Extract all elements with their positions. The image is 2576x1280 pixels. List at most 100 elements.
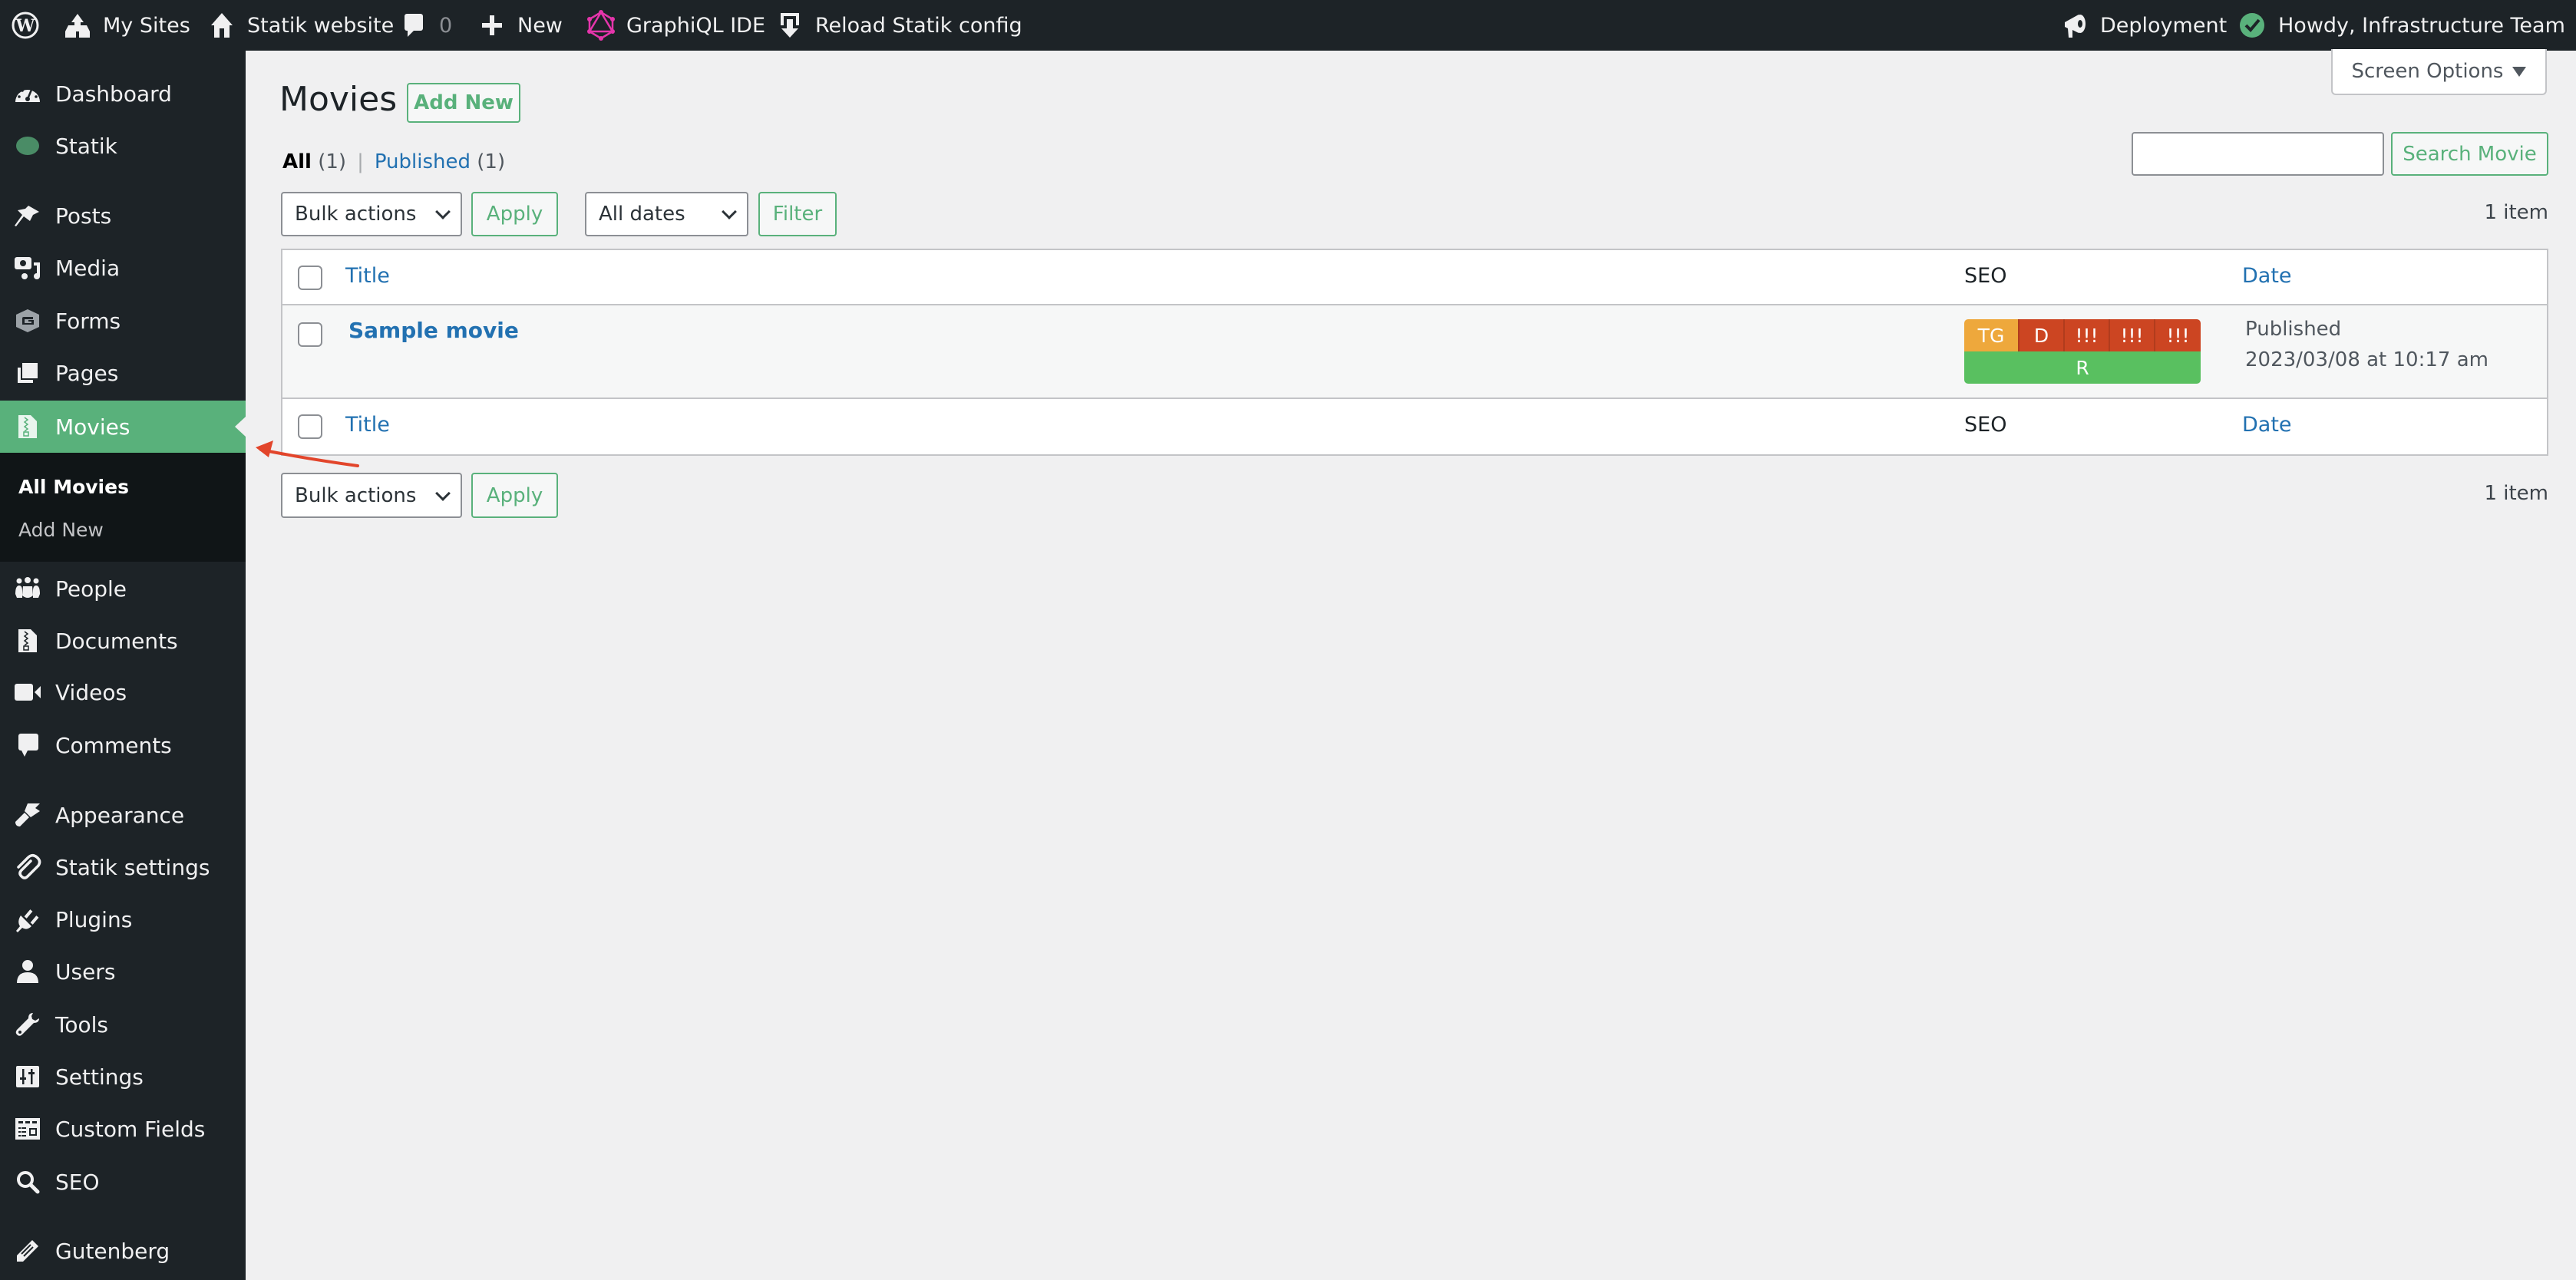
seo-cell-warning: !!! xyxy=(2155,319,2201,351)
sidebar-item-pages[interactable]: Pages xyxy=(0,347,246,399)
sidebar-item-comments[interactable]: Comments xyxy=(0,719,246,771)
sidebar-item-movies[interactable]: Movies xyxy=(0,401,246,453)
table-row: Sample movie TG D !!! !!! !!! R Publishe… xyxy=(282,305,2547,399)
apply-button-bottom[interactable]: Apply xyxy=(471,473,558,518)
select-all-checkbox-footer[interactable] xyxy=(298,414,322,439)
howdy-label: Howdy, Infrastructure Team xyxy=(2278,13,2565,38)
sidebar-item-users[interactable]: Users xyxy=(0,945,246,998)
admin-bar: W My Sites Statik website 0 New GraphiQL… xyxy=(0,0,2576,51)
sidebar-item-media[interactable]: Media xyxy=(0,242,246,294)
sidebar-item-people[interactable]: People xyxy=(0,562,246,615)
search-input[interactable] xyxy=(2132,132,2384,176)
video-camera-icon xyxy=(14,678,41,706)
column-date-sort[interactable]: Date xyxy=(2242,264,2292,288)
sidebar-item-label: Appearance xyxy=(55,802,185,828)
graphiql-ide-link[interactable]: GraphiQL IDE xyxy=(586,0,765,51)
my-sites-menu[interactable]: My Sites xyxy=(63,0,190,51)
screen-options-label: Screen Options xyxy=(2351,60,2504,83)
chevron-down-icon xyxy=(435,204,451,219)
seo-cell-warning: !!! xyxy=(2110,319,2155,351)
new-content-menu[interactable]: New xyxy=(477,0,563,51)
seo-score-badge[interactable]: TG D !!! !!! !!! R xyxy=(1964,319,2201,384)
sidebar-item-label: Videos xyxy=(55,679,127,705)
site-name-menu[interactable]: Statik website xyxy=(207,0,394,51)
sidebar-item-forms[interactable]: Forms xyxy=(0,295,246,347)
column-date-sort[interactable]: Date xyxy=(2242,413,2292,437)
deployment-menu[interactable]: Deployment xyxy=(2060,0,2267,51)
sidebar-item-label: Documents xyxy=(55,628,178,654)
sidebar-item-label: Posts xyxy=(55,203,112,229)
sidebar-item-documents[interactable]: Documents xyxy=(0,615,246,667)
view-published[interactable]: Published (1) xyxy=(375,150,505,173)
row-status: Published xyxy=(2245,318,2342,341)
wordpress-logo-icon: W xyxy=(11,11,40,40)
sidebar-item-label: Media xyxy=(55,255,121,281)
chevron-down-icon xyxy=(435,485,451,501)
sidebar-item-statik[interactable]: Statik xyxy=(0,120,246,172)
plug-icon xyxy=(14,906,41,933)
sidebar-item-label: Statik xyxy=(55,133,117,159)
dates-filter-select[interactable]: All dates xyxy=(585,192,748,236)
bulk-actions-value: Bulk actions xyxy=(295,483,417,507)
pushpin-icon xyxy=(14,202,41,229)
sidebar-item-videos[interactable]: Videos xyxy=(0,666,246,718)
row-title-link[interactable]: Sample movie xyxy=(348,318,519,343)
sidebar-item-label: Comments xyxy=(55,732,172,758)
caret-down-icon xyxy=(2512,66,2527,77)
sidebar-item-custom-fields[interactable]: Custom Fields xyxy=(0,1103,246,1155)
items-count-bottom: 1 item xyxy=(2484,482,2548,505)
submenu-item-all-movies[interactable]: All Movies xyxy=(18,476,129,498)
sidebar-item-statik-settings[interactable]: Statik settings xyxy=(0,841,246,893)
archive-file-icon xyxy=(14,413,41,440)
plus-icon xyxy=(477,11,507,40)
sidebar-item-label: Plugins xyxy=(55,906,133,932)
statik-dot-icon xyxy=(14,132,41,160)
paintbrush-icon xyxy=(14,801,41,829)
graphql-icon xyxy=(586,10,616,41)
search-icon xyxy=(14,1168,41,1196)
sidebar-item-dashboard[interactable]: Dashboard xyxy=(0,68,246,120)
sidebar-item-appearance[interactable]: Appearance xyxy=(0,789,246,841)
search-movie-button[interactable]: Search Movie xyxy=(2391,132,2548,176)
column-title-sort[interactable]: Title xyxy=(345,413,390,437)
pencil-icon xyxy=(14,1237,41,1265)
seo-cell-tg: TG xyxy=(1964,319,2020,351)
seo-cell-r: R xyxy=(1964,351,2201,384)
select-all-checkbox[interactable] xyxy=(298,266,322,290)
seo-badge-top: TG D !!! !!! !!! xyxy=(1964,319,2201,351)
sidebar-item-plugins[interactable]: Plugins xyxy=(0,893,246,945)
apply-button[interactable]: Apply xyxy=(471,192,558,236)
sidebar-item-posts[interactable]: Posts xyxy=(0,190,246,242)
bulk-actions-select[interactable]: Bulk actions xyxy=(281,192,462,236)
comments-menu[interactable]: 0 xyxy=(399,0,452,51)
movies-table: Title SEO Date Sample movie TG D !!! !!!… xyxy=(281,249,2548,456)
screen-options-toggle[interactable]: Screen Options xyxy=(2331,49,2547,95)
seo-cell-warning: !!! xyxy=(2065,319,2110,351)
column-seo: SEO xyxy=(1964,264,2007,288)
items-count: 1 item xyxy=(2484,201,2548,224)
account-menu[interactable]: Howdy, Infrastructure Team xyxy=(2278,0,2576,51)
column-title-sort[interactable]: Title xyxy=(345,264,390,288)
reload-label: Reload Statik config xyxy=(815,13,1022,38)
custom-fields-icon xyxy=(14,1115,41,1143)
row-date: 2023/03/08 at 10:17 am xyxy=(2245,348,2488,371)
post-status-filters: All (1) | Published (1) xyxy=(282,150,505,173)
submenu-item-add-new[interactable]: Add New xyxy=(18,519,104,541)
bulk-actions-select-bottom[interactable]: Bulk actions xyxy=(281,473,462,518)
sidebar-item-seo[interactable]: SEO xyxy=(0,1156,246,1208)
add-new-button[interactable]: Add New xyxy=(407,83,520,123)
admin-sidebar: Dashboard Statik Posts Media Forms Pages… xyxy=(0,51,246,1280)
people-group-icon xyxy=(14,575,41,602)
sidebar-item-settings[interactable]: Settings xyxy=(0,1051,246,1103)
media-icon xyxy=(14,254,41,282)
row-checkbox[interactable] xyxy=(298,322,322,347)
sidebar-item-label: SEO xyxy=(55,1169,100,1195)
home-icon xyxy=(207,11,236,40)
filter-button[interactable]: Filter xyxy=(758,192,837,236)
dashboard-gauge-icon xyxy=(14,80,41,107)
sidebar-item-gutenberg[interactable]: Gutenberg xyxy=(0,1225,246,1277)
reload-statik-config-link[interactable]: Reload Statik config xyxy=(775,0,1022,51)
wordpress-logo-button[interactable]: W xyxy=(11,0,40,51)
sidebar-item-tools[interactable]: Tools xyxy=(0,998,246,1051)
view-all[interactable]: All (1) xyxy=(282,150,346,173)
